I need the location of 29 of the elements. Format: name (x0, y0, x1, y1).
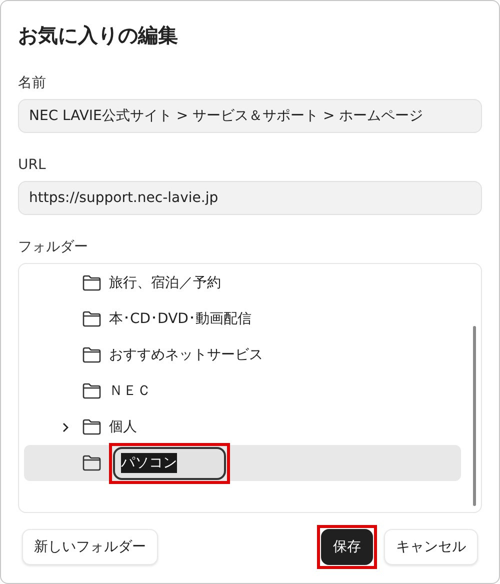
url-field[interactable]: https://support.nec-lavie.jp (18, 181, 482, 215)
save-button[interactable]: 保存 (321, 529, 373, 565)
field-label: URL (18, 156, 46, 175)
name-field[interactable]: NEC LAVIE公式サイト > サービス＆サポート > ホームページ (18, 99, 482, 133)
folder-label: おすすめネットサービス (109, 346, 263, 364)
folder-label: 旅行、宿泊／予約 (109, 274, 221, 292)
folder-icon (82, 455, 101, 471)
tree-item[interactable]: おすすめネットサービス (24, 337, 461, 373)
folder-label: 個人 (109, 418, 137, 436)
dialog-title: お気に入りの編集 (18, 22, 179, 49)
chevron-icon[interactable] (62, 422, 69, 432)
folder-icon (82, 311, 101, 327)
tree-item[interactable]: 本･CD･DVD･動画配信 (24, 301, 461, 337)
folder-icon (82, 419, 101, 435)
folder-label: 本･CD･DVD･動画配信 (109, 310, 252, 328)
dialog-button[interactable]: 新しいフォルダー (22, 529, 158, 565)
tree-item[interactable]: 個人 (24, 409, 461, 445)
tree-item[interactable]: 旅行、宿泊／予約 (24, 265, 461, 301)
field-label: 名前 (18, 74, 46, 93)
scrollbar[interactable] (473, 326, 476, 506)
folder-icon (82, 347, 101, 363)
tree-item[interactable]: パソコン (24, 445, 461, 481)
field-label: フォルダー (18, 238, 88, 257)
rename-field[interactable]: パソコン (113, 446, 226, 480)
folder-label: ＮＥＣ (109, 382, 151, 400)
tree-item[interactable]: ＮＥＣ (24, 373, 461, 409)
folder-icon (82, 275, 101, 291)
dialog-button[interactable]: キャンセル (384, 529, 478, 565)
folder-icon (82, 383, 101, 399)
